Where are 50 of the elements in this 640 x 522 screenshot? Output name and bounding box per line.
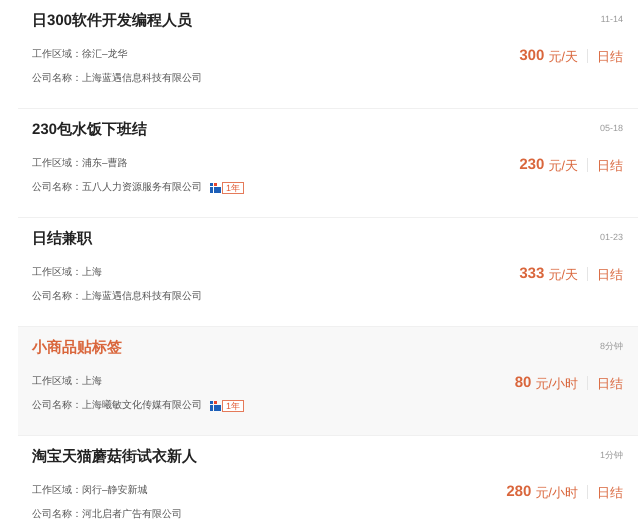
- company-label: 公司名称：: [32, 290, 82, 304]
- salary-unit: 元/天: [548, 48, 578, 66]
- job-card[interactable]: 小商品贴标签 工作区域：上海 公司名称：上海曦敏文化传媒有限公司 1年 8分钟 80 元/小时 日结: [18, 327, 638, 436]
- salary-unit: 元/小时: [535, 484, 578, 502]
- settlement-label: 日结: [597, 374, 623, 392]
- job-title: 小商品贴标签: [32, 338, 123, 358]
- salary-amount: 300: [519, 46, 544, 66]
- salary-amount: 333: [519, 264, 544, 284]
- badge-logo-icon: [210, 183, 221, 193]
- company-name: 上海蓝遇信息科技有限公司: [82, 290, 202, 304]
- company-name: 上海蓝遇信息科技有限公司: [82, 72, 202, 86]
- years-badge: 1年: [222, 182, 244, 194]
- area-value: 上海: [82, 375, 102, 389]
- company-label: 公司名称：: [32, 181, 82, 195]
- salary-amount: 230: [519, 155, 544, 175]
- job-title: 日结兼职: [32, 229, 94, 249]
- salary-unit: 元/天: [548, 156, 578, 174]
- post-date: 01-23: [600, 231, 623, 244]
- company-label: 公司名称：: [32, 399, 82, 413]
- area-value: 徐汇–龙华: [82, 48, 128, 62]
- company-name: 上海曦敏文化传媒有限公司: [82, 399, 202, 413]
- salary-unit: 元/小时: [535, 374, 578, 392]
- area-label: 工作区域：: [32, 266, 82, 280]
- company-label: 公司名称：: [32, 508, 82, 522]
- area-value: 上海: [82, 266, 102, 280]
- area-value: 闵行–静安新城: [82, 484, 148, 498]
- years-badge: 1年: [222, 400, 244, 412]
- badge-logo-icon: [210, 401, 221, 411]
- area-label: 工作区域：: [32, 48, 82, 62]
- salary-amount: 280: [506, 482, 532, 502]
- settlement-label: 日结: [597, 484, 623, 502]
- job-title: 日300软件开发编程人员: [32, 11, 194, 31]
- company-name: 河北启者广告有限公司: [82, 508, 182, 522]
- area-label: 工作区域：: [32, 484, 82, 498]
- area-value: 浦东–曹路: [82, 157, 128, 171]
- job-title: 淘宝天猫蘑菇街试衣新人: [32, 447, 197, 467]
- area-label: 工作区域：: [32, 157, 82, 171]
- company-label: 公司名称：: [32, 72, 82, 86]
- post-date: 8分钟: [600, 340, 623, 353]
- company-name: 五八人力资源服务有限公司: [82, 181, 202, 195]
- settlement-label: 日结: [597, 266, 623, 284]
- post-date: 1分钟: [600, 449, 623, 462]
- settlement-label: 日结: [597, 48, 623, 66]
- area-label: 工作区域：: [32, 375, 82, 389]
- post-date: 05-18: [600, 122, 623, 135]
- salary-amount: 80: [514, 373, 532, 393]
- post-date: 11-14: [600, 13, 623, 26]
- job-title: 230包水饭下班结: [32, 120, 148, 140]
- settlement-label: 日结: [597, 156, 623, 174]
- salary-unit: 元/天: [548, 266, 578, 284]
